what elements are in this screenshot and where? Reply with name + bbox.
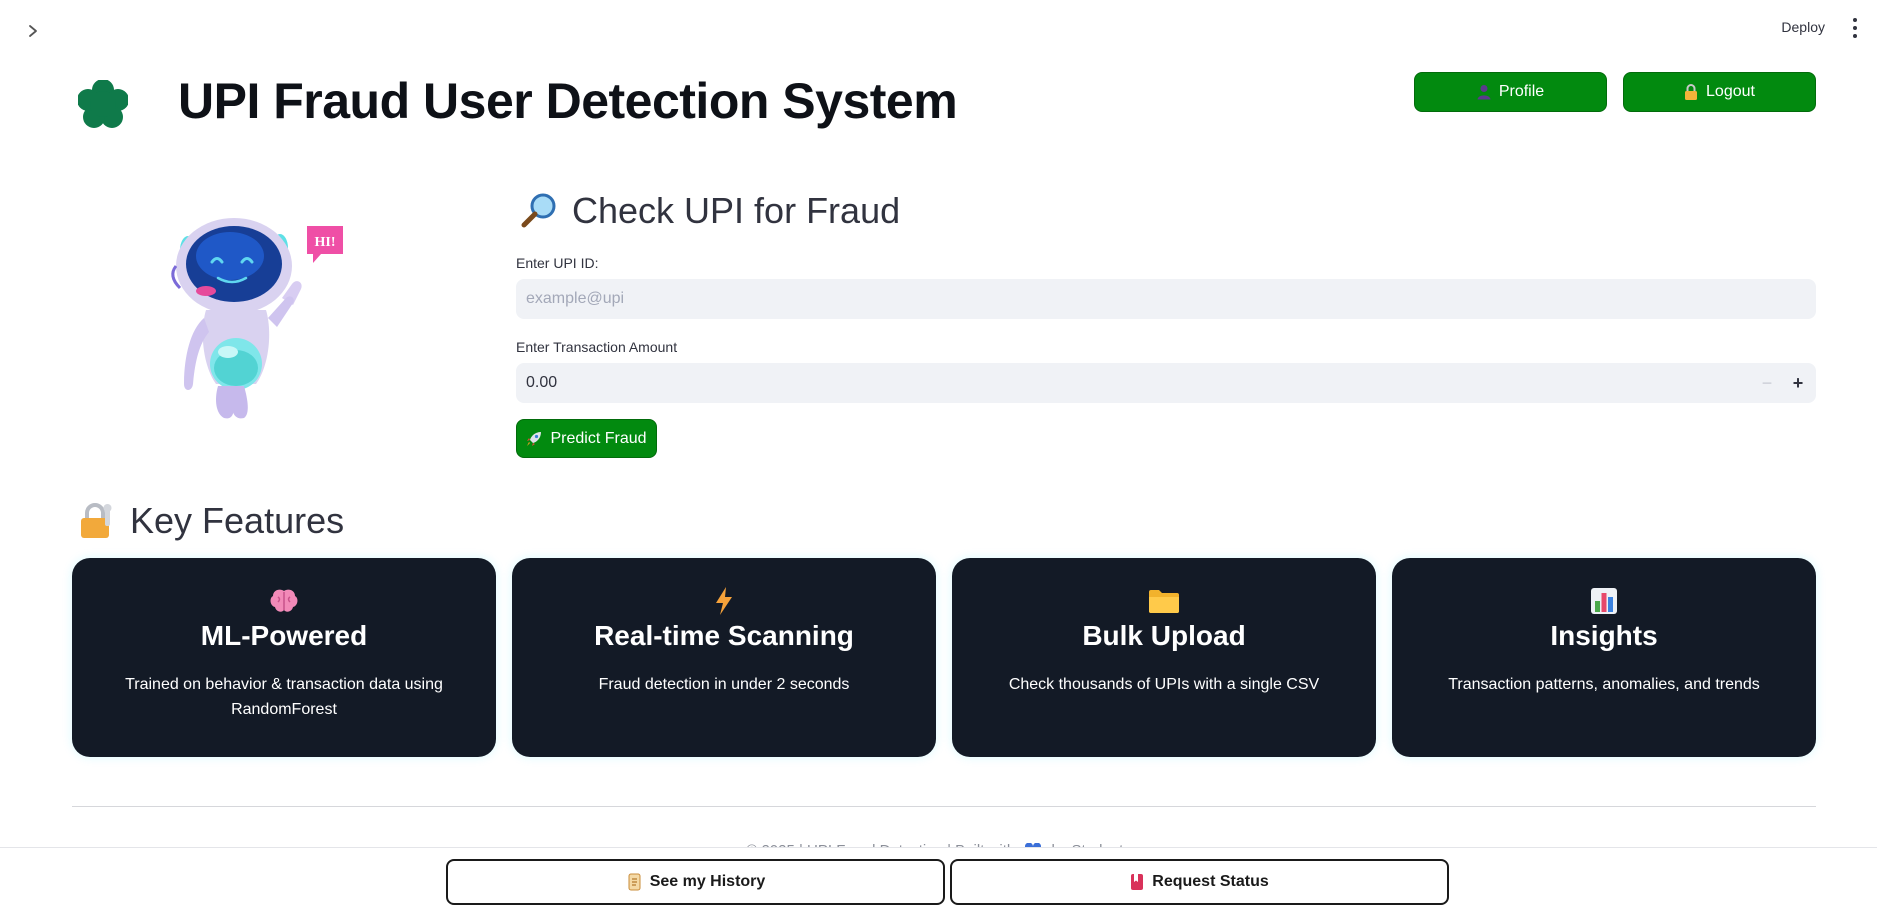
feature-card-desc: Transaction patterns, anomalies, and tre… bbox=[1448, 676, 1760, 693]
check-upi-heading: Check UPI for Fraud bbox=[520, 190, 900, 232]
predict-fraud-button[interactable]: Predict Fraud bbox=[516, 419, 657, 458]
sidebar-expand-chevron-icon[interactable] bbox=[22, 20, 44, 42]
logout-button[interactable]: Logout bbox=[1623, 72, 1816, 112]
feature-card-real-time-scanning: Real-time Scanning Fraud detection in un… bbox=[512, 558, 936, 757]
feature-card-desc: Fraud detection in under 2 seconds bbox=[598, 676, 850, 693]
deploy-button[interactable]: Deploy bbox=[1781, 19, 1825, 35]
robot-speech-bubble-text: HI! bbox=[315, 235, 336, 250]
see-history-label: See my History bbox=[649, 873, 766, 890]
amount-decrement-button[interactable]: − bbox=[1752, 368, 1782, 398]
transaction-amount-input[interactable] bbox=[516, 363, 1816, 403]
magnifying-glass-icon bbox=[520, 192, 558, 230]
page-title: UPI Fraud User Detection System bbox=[178, 73, 958, 129]
feature-card-title: Bulk Upload bbox=[1082, 620, 1246, 651]
footer-divider bbox=[72, 806, 1816, 807]
lock-with-key-icon bbox=[78, 502, 116, 540]
feature-card-desc: Trained on behavior & transaction data u… bbox=[125, 676, 443, 718]
feature-card-insights: Insights Transaction patterns, anomalies… bbox=[1392, 558, 1816, 757]
lock-icon bbox=[1684, 84, 1698, 100]
request-status-label: Request Status bbox=[1152, 873, 1269, 890]
request-status-button[interactable]: Request Status bbox=[950, 859, 1449, 905]
lightning-icon bbox=[512, 586, 936, 616]
logout-button-label: Logout bbox=[1706, 83, 1755, 100]
transaction-amount-label: Enter Transaction Amount bbox=[516, 339, 678, 355]
user-silhouette-icon bbox=[1477, 84, 1491, 100]
feature-card-bulk-upload: Bulk Upload Check thousands of UPIs with… bbox=[952, 558, 1376, 757]
feature-card-desc: Check thousands of UPIs with a single CS… bbox=[1008, 676, 1320, 693]
see-history-button[interactable]: See my History bbox=[446, 859, 945, 905]
folder-icon bbox=[952, 586, 1376, 616]
feature-card-ml-powered: ML-Powered Trained on behavior & transac… bbox=[72, 558, 496, 757]
check-upi-title: Check UPI for Fraud bbox=[572, 190, 901, 231]
robot-mascot-illustration: HI! bbox=[164, 218, 364, 428]
upi-id-label: Enter UPI ID: bbox=[516, 255, 599, 271]
feature-card-title: Insights bbox=[1550, 620, 1658, 651]
logo-flower-icon bbox=[77, 79, 129, 128]
profile-button[interactable]: Profile bbox=[1414, 72, 1607, 112]
amount-increment-button[interactable]: + bbox=[1783, 368, 1813, 398]
bar-chart-icon bbox=[1392, 586, 1816, 616]
main-menu-kebab-icon[interactable] bbox=[1849, 18, 1861, 38]
feature-card-title: Real-time Scanning bbox=[594, 620, 854, 651]
key-features-heading: Key Features bbox=[78, 500, 344, 542]
upi-id-input[interactable] bbox=[516, 279, 1816, 319]
profile-button-label: Profile bbox=[1498, 83, 1545, 100]
scroll-icon bbox=[626, 873, 642, 891]
predict-fraud-label: Predict Fraud bbox=[550, 429, 647, 447]
rocket-icon bbox=[526, 431, 542, 447]
feature-card-title: ML-Powered bbox=[200, 620, 368, 651]
bookmark-tabs-icon bbox=[1130, 873, 1144, 891]
brain-icon bbox=[72, 586, 496, 616]
key-features-title: Key Features bbox=[130, 500, 345, 541]
